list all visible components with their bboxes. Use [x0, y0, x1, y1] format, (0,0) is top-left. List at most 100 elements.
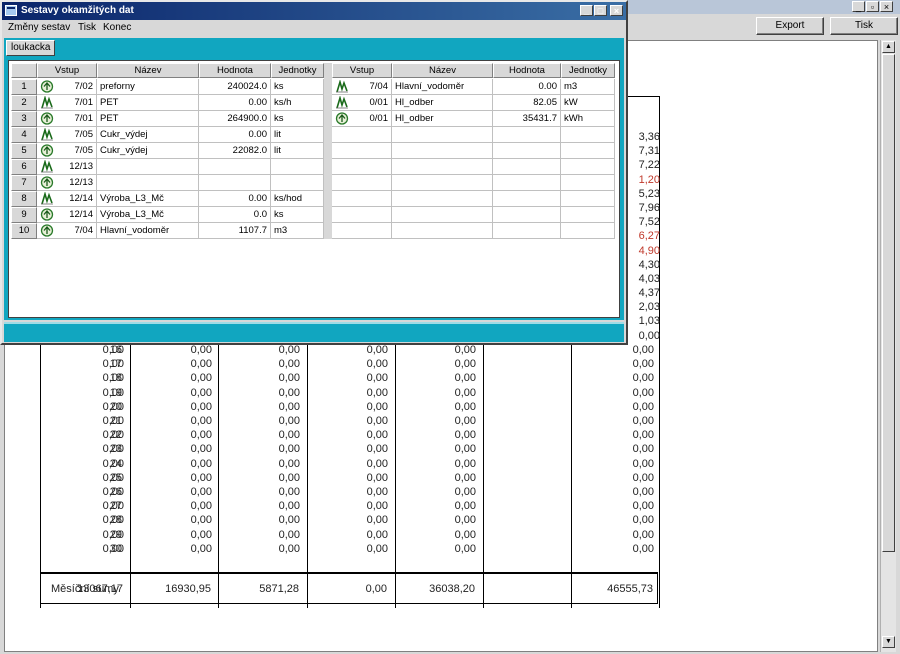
name-cell[interactable] [392, 159, 493, 175]
row-number[interactable]: 5 [11, 143, 37, 159]
menu-item-print[interactable]: Tisk [78, 20, 96, 36]
input-cell[interactable] [332, 127, 392, 143]
unit-cell[interactable]: ks/hod [271, 191, 324, 207]
minimize-icon[interactable]: _ [580, 5, 593, 16]
value-cell[interactable]: 0.0 [199, 207, 271, 223]
tab-loukacka[interactable]: loukacka [6, 40, 56, 56]
value-cell[interactable]: 22082.0 [199, 143, 271, 159]
column-header-name[interactable]: Název [392, 63, 493, 78]
row-number[interactable]: 3 [11, 111, 37, 127]
name-cell[interactable] [392, 191, 493, 207]
minimize-icon[interactable]: _ [852, 1, 865, 12]
menu-item-changes[interactable]: Změny sestav [8, 20, 70, 36]
vertical-scrollbar[interactable]: ▲ ▼ [880, 40, 896, 652]
name-cell[interactable] [392, 127, 493, 143]
scroll-up-icon[interactable]: ▲ [882, 41, 895, 53]
unit-cell[interactable]: m3 [271, 223, 324, 239]
value-cell[interactable] [493, 207, 561, 223]
column-header-value[interactable]: Hodnota [199, 63, 271, 78]
value-cell[interactable]: 0.00 [199, 95, 271, 111]
name-cell[interactable]: Hlavní_vodoměr [392, 79, 493, 95]
row-number[interactable]: 9 [11, 207, 37, 223]
value-cell[interactable] [493, 143, 561, 159]
value-cell[interactable]: 264900.0 [199, 111, 271, 127]
row-number[interactable]: 7 [11, 175, 37, 191]
scroll-down-icon[interactable]: ▼ [882, 636, 895, 648]
unit-cell[interactable]: lit [271, 127, 324, 143]
unit-cell[interactable] [561, 191, 615, 207]
print-button[interactable]: Tisk [830, 17, 898, 35]
input-cell[interactable] [332, 143, 392, 159]
name-cell[interactable]: Cukr_výdej [97, 143, 199, 159]
value-cell[interactable]: 0.00 [199, 127, 271, 143]
value-cell[interactable]: 82.05 [493, 95, 561, 111]
name-cell[interactable] [97, 175, 199, 191]
unit-cell[interactable] [561, 159, 615, 175]
value-cell[interactable]: 1107.7 [199, 223, 271, 239]
name-cell[interactable]: PET [97, 95, 199, 111]
name-cell[interactable]: Hl_odber [392, 95, 493, 111]
value-cell[interactable]: 35431.7 [493, 111, 561, 127]
column-header-name[interactable]: Název [97, 63, 199, 78]
value-cell[interactable] [199, 159, 271, 175]
row-number[interactable]: 1 [11, 79, 37, 95]
window-title-bar[interactable]: Sestavy okamžitých dat _ □ × [2, 2, 626, 20]
value-cell[interactable] [493, 159, 561, 175]
value-cell[interactable] [199, 175, 271, 191]
maximize-icon[interactable]: □ [594, 5, 607, 16]
name-cell[interactable]: Cukr_výdej [97, 127, 199, 143]
row-number[interactable]: 6 [11, 159, 37, 175]
unit-cell[interactable]: ks [271, 111, 324, 127]
column-header-units[interactable]: Jednotky [561, 63, 615, 78]
input-cell[interactable] [332, 191, 392, 207]
row-number[interactable]: 8 [11, 191, 37, 207]
value-cell[interactable] [493, 175, 561, 191]
name-cell[interactable]: Hl_odber [392, 111, 493, 127]
input-cell[interactable] [332, 159, 392, 175]
unit-cell[interactable]: ks [271, 207, 324, 223]
unit-cell[interactable]: ks/h [271, 95, 324, 111]
value-cell[interactable] [493, 191, 561, 207]
unit-cell[interactable]: kW [561, 95, 615, 111]
unit-cell[interactable] [561, 223, 615, 239]
name-cell[interactable] [392, 223, 493, 239]
column-header-value[interactable]: Hodnota [493, 63, 561, 78]
close-icon[interactable]: × [880, 1, 893, 12]
input-cell[interactable] [332, 207, 392, 223]
name-cell[interactable] [97, 159, 199, 175]
unit-cell[interactable] [561, 143, 615, 159]
name-cell[interactable]: Hlavní_vodoměr [97, 223, 199, 239]
value-cell[interactable]: 0.00 [493, 79, 561, 95]
value-cell[interactable]: 0.00 [199, 191, 271, 207]
menu-item-end[interactable]: Konec [103, 20, 131, 36]
name-cell[interactable]: preforny [97, 79, 199, 95]
unit-cell[interactable]: ks [271, 79, 324, 95]
column-header-input[interactable]: Vstup [332, 63, 392, 78]
name-cell[interactable] [392, 143, 493, 159]
column-header-input[interactable]: Vstup [37, 63, 97, 78]
column-header-units[interactable]: Jednotky [271, 63, 324, 78]
input-cell[interactable] [332, 223, 392, 239]
row-number[interactable]: 10 [11, 223, 37, 239]
input-cell[interactable] [332, 175, 392, 191]
unit-cell[interactable] [561, 175, 615, 191]
unit-cell[interactable]: m3 [561, 79, 615, 95]
name-cell[interactable] [392, 207, 493, 223]
unit-cell[interactable] [271, 175, 324, 191]
unit-cell[interactable]: kWh [561, 111, 615, 127]
name-cell[interactable]: Výroba_L3_Mč [97, 191, 199, 207]
name-cell[interactable] [392, 175, 493, 191]
unit-cell[interactable]: lit [271, 143, 324, 159]
value-cell[interactable]: 240024.0 [199, 79, 271, 95]
scroll-thumb[interactable] [882, 54, 895, 552]
name-cell[interactable]: PET [97, 111, 199, 127]
value-cell[interactable] [493, 127, 561, 143]
export-button[interactable]: Export [756, 17, 824, 35]
unit-cell[interactable] [271, 159, 324, 175]
unit-cell[interactable] [561, 207, 615, 223]
value-cell[interactable] [493, 223, 561, 239]
close-icon[interactable]: × [610, 5, 623, 16]
row-number[interactable]: 2 [11, 95, 37, 111]
row-number[interactable]: 4 [11, 127, 37, 143]
restore-icon[interactable]: ▫ [866, 1, 879, 12]
